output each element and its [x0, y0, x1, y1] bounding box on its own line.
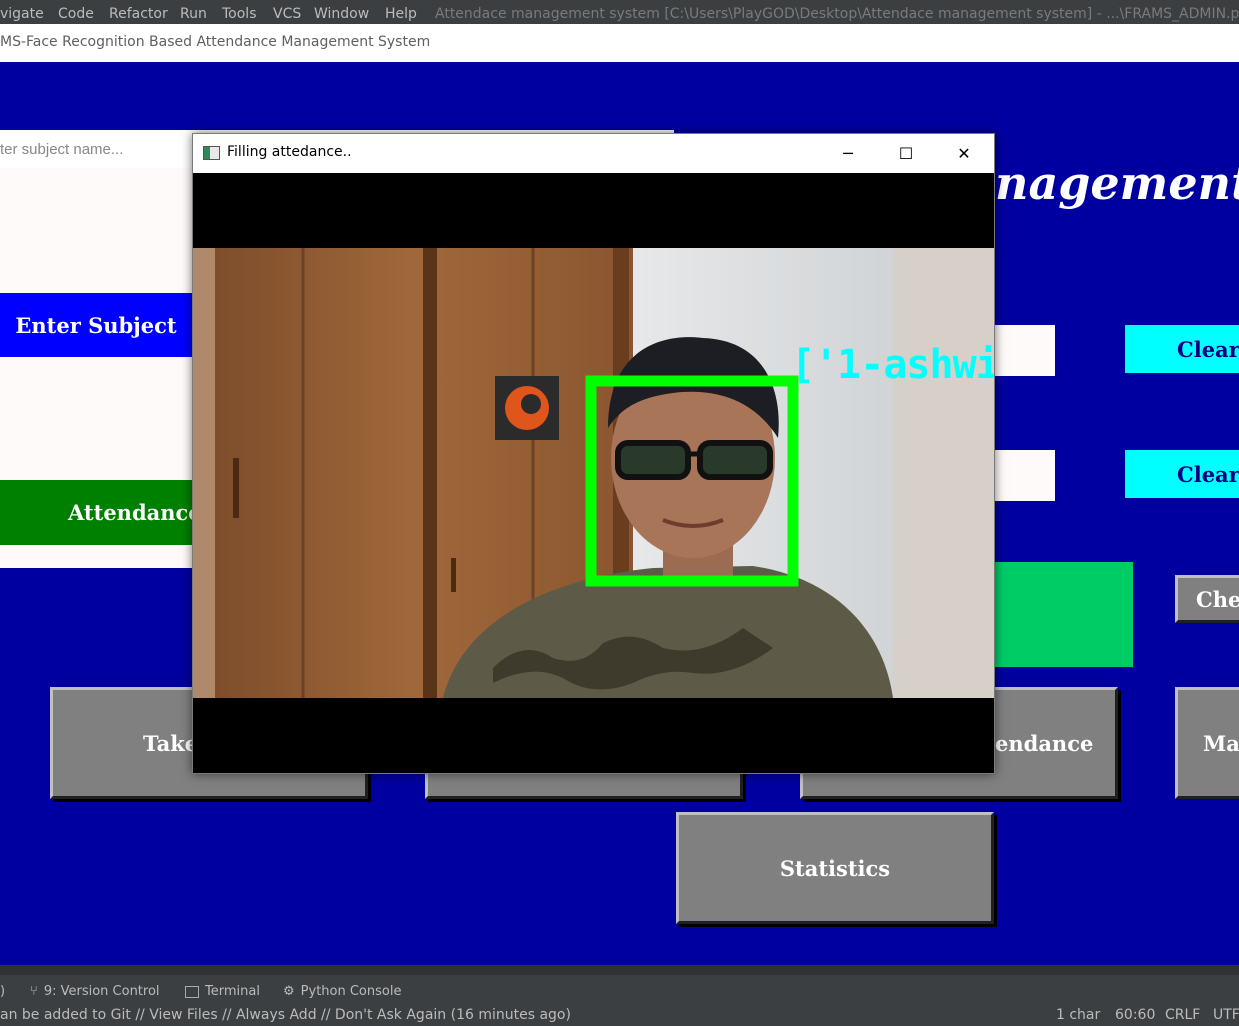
camera-window-title: Filling attedance.. [227, 144, 352, 160]
version-control-tab[interactable]: ⑂ 9: Version Control [30, 984, 160, 999]
menu-vcs[interactable]: VCS [273, 6, 301, 22]
maximize-icon[interactable]: ☐ [877, 134, 935, 173]
python-console-label: Python Console [300, 984, 402, 999]
app-heading: nagement-S [995, 156, 1239, 210]
status-selection: 1 char [1056, 1007, 1101, 1023]
camera-window: Filling attedance.. ─ ☐ ✕ ['1-ashwi [192, 133, 995, 774]
toolbar-stub: ) [0, 984, 6, 999]
webcam-image: ['1-ashwir [193, 248, 994, 698]
clear-button-1[interactable]: Clear [1125, 325, 1239, 373]
minimize-icon[interactable]: ─ [819, 134, 877, 173]
status-encoding[interactable]: UTF [1213, 1007, 1239, 1023]
python-console-tab[interactable]: ⚙ Python Console [283, 984, 401, 999]
menu-window[interactable]: Window [314, 6, 369, 22]
manual-attendance-button[interactable]: Ma [1175, 687, 1239, 799]
menu-run[interactable]: Run [180, 6, 207, 22]
status-caret-position[interactable]: 60:60 [1115, 1007, 1155, 1023]
ide-status-bar: an be added to Git // View Files // Alwa… [0, 1005, 1239, 1026]
python-console-icon: ⚙ [283, 984, 295, 999]
close-icon[interactable]: ✕ [935, 134, 993, 173]
version-control-icon: ⑂ [30, 984, 38, 999]
camera-frame: ['1-ashwir [193, 173, 994, 773]
menu-tools[interactable]: Tools [222, 6, 257, 22]
notification-panel [995, 562, 1133, 667]
app-window-title: MS-Face Recognition Based Attendance Man… [0, 34, 431, 50]
menu-refactor[interactable]: Refactor [109, 6, 168, 22]
version-control-label: 9: Version Control [43, 984, 160, 999]
terminal-tab[interactable]: Terminal [185, 984, 260, 999]
camera-window-titlebar[interactable]: Filling attedance.. ─ ☐ ✕ [193, 134, 994, 173]
recognized-label: ['1-ashwir [791, 342, 994, 388]
status-line-separator[interactable]: CRLF [1165, 1007, 1200, 1023]
menu-navigate[interactable]: vigate [0, 6, 44, 22]
terminal-label: Terminal [205, 984, 260, 999]
menu-code[interactable]: Code [58, 6, 94, 22]
statistics-button[interactable]: Statistics [676, 812, 994, 924]
screen: vigate Code Refactor Run Tools VCS Windo… [0, 0, 1239, 1026]
terminal-icon [185, 985, 199, 998]
webcam-scene [193, 248, 994, 698]
ide-menubar: vigate Code Refactor Run Tools VCS Windo… [0, 0, 1239, 24]
window-app-icon [203, 146, 220, 160]
app-titlebar: MS-Face Recognition Based Attendance Man… [0, 24, 1239, 62]
status-message[interactable]: an be added to Git // View Files // Alwa… [0, 1007, 571, 1023]
ide-tool-window-bar: ) ⑂ 9: Version Control Terminal ⚙ Python… [0, 965, 1239, 1005]
clear-button-2[interactable]: Clear [1125, 450, 1239, 498]
enter-subject-button[interactable]: Enter Subject [0, 293, 192, 357]
ide-project-path: Attendace management system [C:\Users\Pl… [435, 6, 1239, 22]
attendance-button[interactable]: Attendance [0, 480, 192, 545]
name-entry[interactable] [995, 450, 1055, 501]
enrollment-entry[interactable] [995, 325, 1055, 376]
menu-help[interactable]: Help [385, 6, 417, 22]
check-button[interactable]: Che [1175, 575, 1239, 623]
